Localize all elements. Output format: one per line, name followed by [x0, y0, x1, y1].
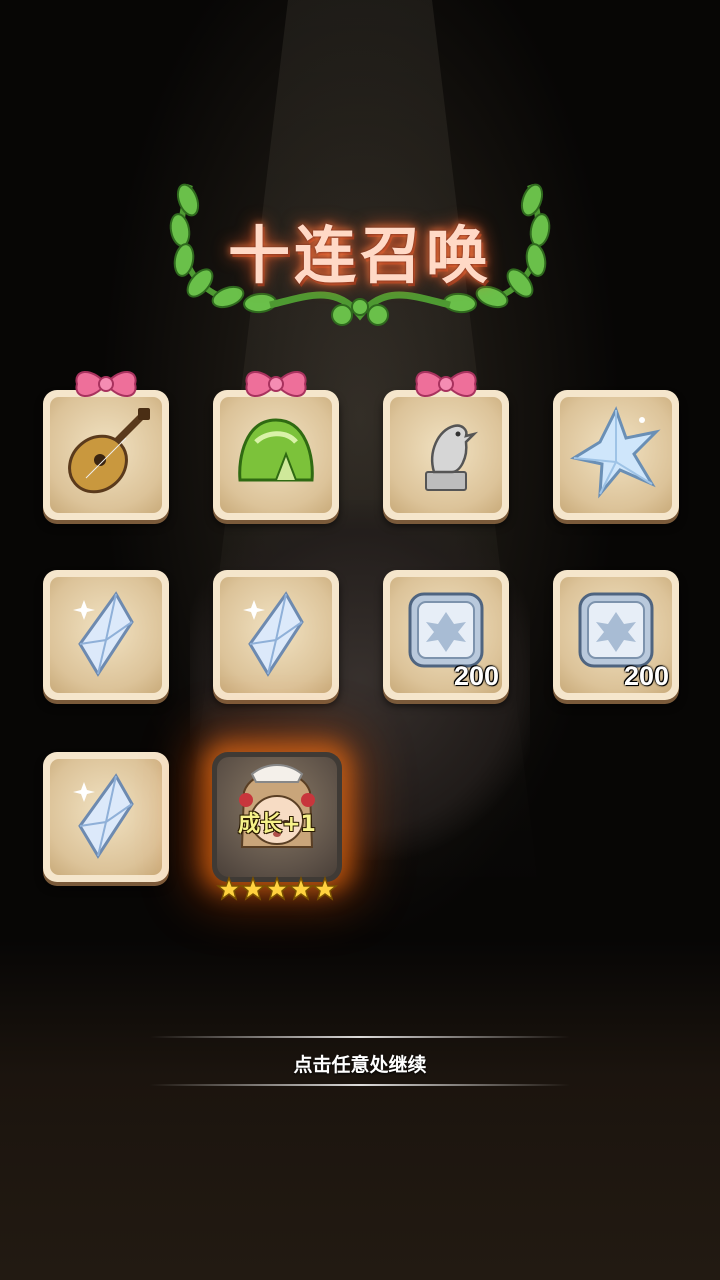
crystal-shard-icon — [243, 591, 304, 677]
star-icon — [287, 876, 315, 901]
hero-reward-card[interactable]: 成长+1 — [212, 752, 342, 882]
divider-bottom — [150, 1084, 570, 1086]
reward-quantity: 200 — [623, 661, 669, 691]
ribbon-bow-icon — [75, 371, 137, 397]
star-icon — [311, 876, 339, 901]
reward-slot-lute[interactable] — [43, 371, 169, 520]
reward-quantity: 200 — [453, 661, 499, 691]
star-icon — [263, 876, 291, 901]
continue-prompt[interactable]: 点击任意处继续 — [0, 1030, 720, 1090]
crystal-shard-icon — [73, 773, 134, 859]
crystal-shard-icon — [73, 591, 134, 677]
reward-slot-star-crystal[interactable] — [553, 390, 679, 520]
ribbon-bow-icon — [245, 371, 307, 397]
page-title: 十连召唤 — [227, 219, 492, 292]
bird-statue-icon — [425, 424, 479, 491]
reward-slot-crystal-shard-1[interactable] — [43, 570, 169, 700]
title-banner: 十连召唤 — [160, 175, 560, 335]
reward-slot-silver-token-2[interactable]: 200 — [553, 570, 679, 700]
reward-slot-crystal-shard-3[interactable] — [43, 752, 169, 882]
continue-hint: 点击任意处继续 — [293, 1054, 427, 1076]
background-floor — [0, 940, 720, 1280]
reward-slot-leaf-dumpling[interactable] — [213, 371, 339, 520]
star-rating — [216, 876, 339, 901]
divider-top — [150, 1036, 570, 1038]
lute-icon — [68, 408, 150, 494]
reward-slot-crystal-shard-2[interactable] — [213, 570, 339, 700]
ribbon-bow-icon — [415, 371, 477, 397]
reward-slot-bird-statue[interactable] — [383, 371, 509, 520]
star-icon — [239, 876, 267, 901]
reward-slot-silver-token-1[interactable]: 200 — [383, 570, 509, 700]
star-crystal-icon — [570, 406, 661, 499]
summon-result-screen[interactable]: 十连召唤 200 200 成长+1 点击任意处继续 — [0, 0, 720, 1280]
growth-label: 成长+1 — [238, 812, 316, 837]
leaf-dumpling-icon — [238, 418, 314, 482]
star-icon — [216, 876, 243, 901]
